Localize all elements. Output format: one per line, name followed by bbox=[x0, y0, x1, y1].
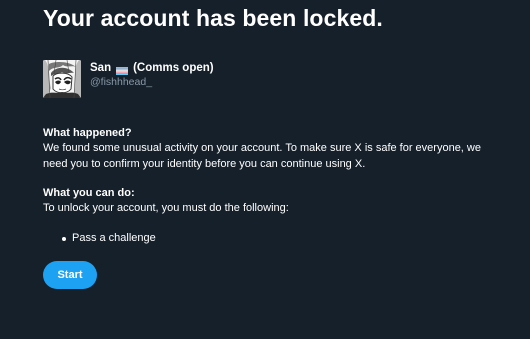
bullet-icon bbox=[62, 236, 66, 241]
list-item: Pass a challenge bbox=[62, 231, 156, 246]
what-happened-heading: What happened? bbox=[43, 127, 132, 139]
display-name-prefix: San bbox=[90, 62, 112, 74]
display-name: San (Comms open) bbox=[90, 61, 214, 76]
what-happened-section: What happened? We found some unusual act… bbox=[43, 126, 503, 172]
display-name-suffix: (Comms open) bbox=[133, 62, 214, 74]
requirement-label: Pass a challenge bbox=[72, 232, 156, 244]
page-title: Your account has been locked. bbox=[43, 5, 383, 31]
unlock-instructions: To unlock your account, you must do the … bbox=[43, 202, 289, 214]
account-card: San (Comms open) @fishhhead_ bbox=[43, 60, 214, 98]
manga-avatar-icon bbox=[43, 60, 81, 98]
what-happened-text: We found some unusual activity on your a… bbox=[43, 142, 481, 170]
account-handle: @fishhhead_ bbox=[90, 76, 153, 88]
account-info: San (Comms open) @fishhhead_ bbox=[90, 61, 214, 89]
requirements-list: Pass a challenge bbox=[62, 231, 156, 246]
account-locked-page: Your account has been locked. San (Comms… bbox=[0, 0, 530, 339]
what-you-can-do-section: What you can do: To unlock your account,… bbox=[43, 186, 503, 217]
transgender-pride-flag-icon bbox=[116, 65, 129, 75]
start-button[interactable]: Start bbox=[43, 261, 97, 289]
what-you-can-do-heading: What you can do: bbox=[43, 187, 135, 199]
